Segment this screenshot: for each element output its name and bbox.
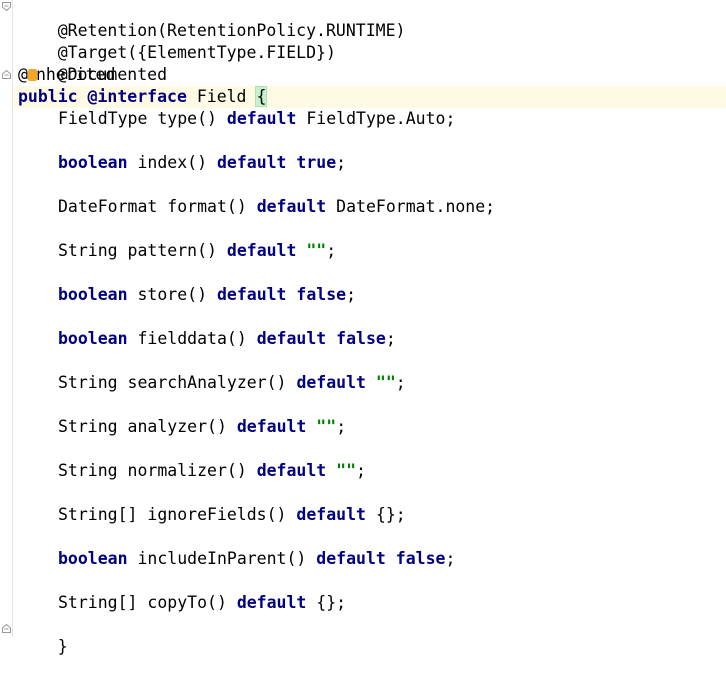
member-default-value: "": [326, 461, 357, 480]
default-keyword: default: [256, 461, 327, 480]
public-keyword: public: [18, 87, 78, 106]
member-type: boolean: [58, 329, 128, 348]
member-terminator: ;: [326, 241, 337, 260]
member-type: DateFormat: [58, 197, 168, 216]
member-method: copyTo(): [147, 593, 237, 612]
member-type: FieldType: [58, 109, 158, 128]
default-keyword: default: [256, 197, 327, 216]
member-terminator: ;: [445, 549, 456, 568]
code-line-inherited: @ nherited: [18, 64, 726, 86]
member-type: String[]: [58, 505, 148, 524]
member-line: String normalizer() default "";: [58, 460, 726, 482]
inherited-rest: nherited: [35, 65, 116, 84]
member-default-value: false: [385, 549, 446, 568]
member-method: format(): [167, 197, 257, 216]
member-method: normalizer(): [127, 461, 257, 480]
member-method: store(): [127, 285, 217, 304]
member-line: boolean store() default false;: [58, 284, 726, 306]
member-default-value: false: [326, 329, 386, 348]
member-type: String: [58, 241, 128, 260]
interface-keyword: @interface: [87, 87, 187, 106]
default-keyword: default: [226, 109, 297, 128]
inherited-at: @: [18, 65, 28, 84]
member-line: String searchAnalyzer() default "";: [58, 372, 726, 394]
member-default-value: {};: [365, 505, 406, 524]
member-line: String pattern() default "";: [58, 240, 726, 262]
default-keyword: default: [216, 153, 287, 172]
member-line: String[] ignoreFields() default {};: [58, 504, 726, 526]
member-method: type(): [157, 109, 227, 128]
member-terminator: ;: [336, 153, 347, 172]
member-default-value: FieldType.Auto;: [296, 109, 456, 128]
member-default-value: "": [306, 417, 337, 436]
fold-collapse-icon[interactable]: [2, 70, 11, 79]
member-default-value: true: [286, 153, 337, 172]
text-caret: [266, 87, 268, 105]
member-line: String analyzer() default "";: [58, 416, 726, 438]
member-terminator: ;: [395, 373, 406, 392]
code-line-retention: @Retention(RetentionPolicy.RUNTIME): [18, 0, 726, 40]
member-line: boolean index() default true;: [58, 152, 726, 174]
default-keyword: default: [236, 593, 307, 612]
member-method: fielddata(): [127, 329, 257, 348]
member-line: DateFormat format() default DateFormat.n…: [58, 196, 726, 218]
member-line: boolean includeInParent() default false;: [58, 548, 726, 570]
close-brace: }: [57, 637, 68, 656]
code-line-target: @Target({ElementType.FIELD}): [18, 20, 726, 62]
default-keyword: default: [256, 329, 327, 348]
member-terminator: ;: [346, 285, 357, 304]
member-type: String[]: [58, 593, 148, 612]
member-type: String: [58, 461, 128, 480]
code-line-declaration[interactable]: public @interface Field {: [14, 86, 726, 108]
editor-gutter[interactable]: [0, 0, 13, 637]
code-line-close: }: [18, 614, 726, 656]
member-method: searchAnalyzer(): [127, 373, 297, 392]
member-line: String[] copyTo() default {};: [58, 592, 726, 614]
member-method: pattern(): [127, 241, 227, 260]
member-terminator: ;: [385, 329, 396, 348]
fold-collapse-icon[interactable]: [2, 2, 11, 11]
default-keyword: default: [236, 417, 307, 436]
open-brace: {: [255, 86, 268, 107]
member-default-value: "": [365, 373, 396, 392]
code-editor[interactable]: @Retention(RetentionPolicy.RUNTIME) @Tar…: [14, 0, 726, 656]
annotation-name: Field: [186, 87, 257, 106]
default-keyword: default: [296, 373, 366, 392]
member-default-value: "": [296, 241, 327, 260]
member-default-value: false: [286, 285, 347, 304]
fold-end-icon[interactable]: [2, 624, 11, 633]
default-keyword: default: [296, 505, 366, 524]
member-line: FieldType type() default FieldType.Auto;: [58, 108, 726, 130]
member-method: analyzer(): [127, 417, 237, 436]
member-type: String: [58, 373, 128, 392]
member-method: index(): [127, 153, 217, 172]
member-type: boolean: [58, 285, 128, 304]
member-line: boolean fielddata() default false;: [58, 328, 726, 350]
member-method: ignoreFields(): [147, 505, 297, 524]
member-type: boolean: [58, 549, 128, 568]
member-type: boolean: [58, 153, 128, 172]
default-keyword: default: [316, 549, 386, 568]
member-method: includeInParent(): [127, 549, 317, 568]
member-type: String: [58, 417, 128, 436]
member-terminator: ;: [336, 417, 347, 436]
member-default-value: DateFormat.none;: [326, 197, 496, 216]
default-keyword: default: [226, 241, 297, 260]
default-keyword: default: [216, 285, 287, 304]
member-default-value: {};: [306, 593, 347, 612]
member-terminator: ;: [356, 461, 366, 480]
code-line-documented: @Documented: [18, 42, 726, 84]
